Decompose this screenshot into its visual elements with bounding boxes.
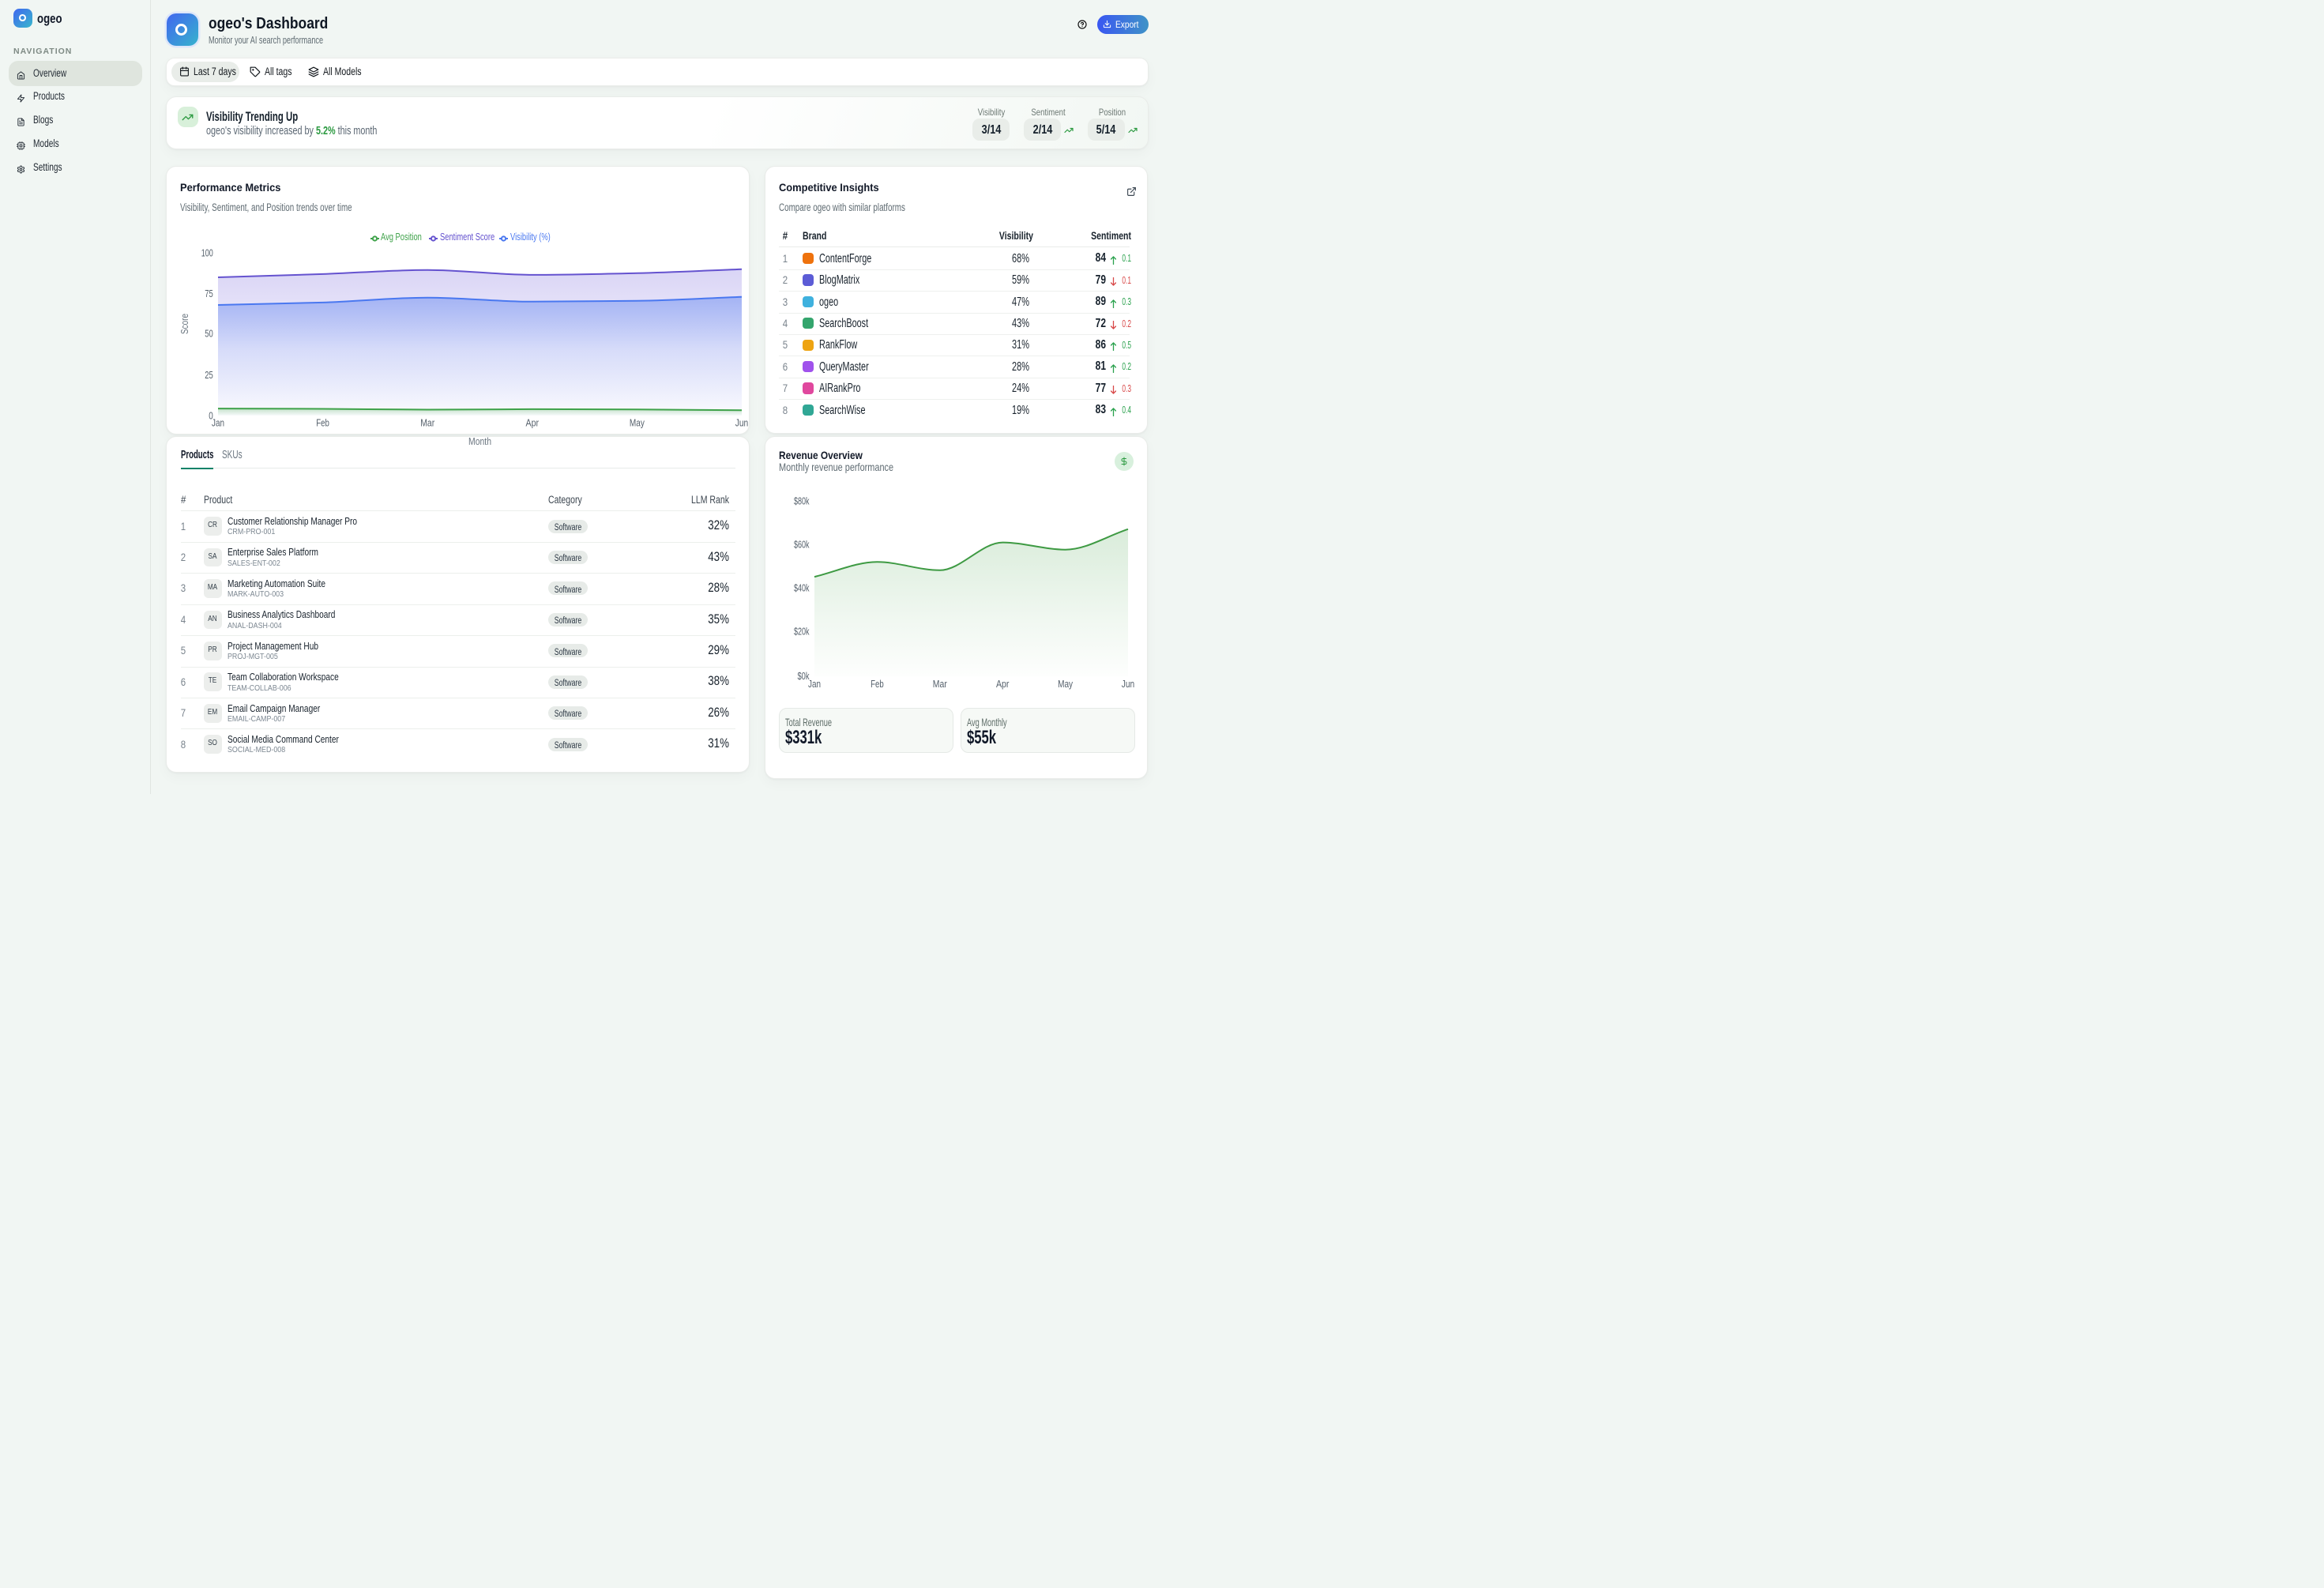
svg-text:Jun: Jun bbox=[735, 417, 749, 428]
svg-text:Apr: Apr bbox=[526, 417, 540, 428]
svg-text:Jan: Jan bbox=[808, 679, 821, 690]
svg-text:25: 25 bbox=[205, 369, 213, 380]
svg-text:75: 75 bbox=[205, 288, 213, 299]
svg-text:50: 50 bbox=[205, 328, 213, 339]
svg-text:Mar: Mar bbox=[420, 417, 434, 428]
svg-text:Mar: Mar bbox=[933, 679, 947, 690]
svg-text:$40k: $40k bbox=[794, 583, 810, 594]
svg-text:$60k: $60k bbox=[794, 540, 810, 551]
svg-text:$20k: $20k bbox=[794, 627, 810, 638]
svg-text:Jan: Jan bbox=[212, 417, 224, 428]
svg-text:Feb: Feb bbox=[871, 679, 884, 690]
svg-text:Jun: Jun bbox=[1122, 679, 1135, 690]
svg-text:Apr: Apr bbox=[996, 679, 1010, 690]
svg-text:Score: Score bbox=[179, 313, 190, 333]
svg-text:$80k: $80k bbox=[794, 496, 810, 507]
svg-text:100: 100 bbox=[201, 247, 213, 258]
svg-text:Month: Month bbox=[468, 435, 491, 446]
svg-text:Feb: Feb bbox=[316, 417, 329, 428]
svg-text:May: May bbox=[630, 417, 645, 428]
svg-text:May: May bbox=[1058, 679, 1074, 690]
